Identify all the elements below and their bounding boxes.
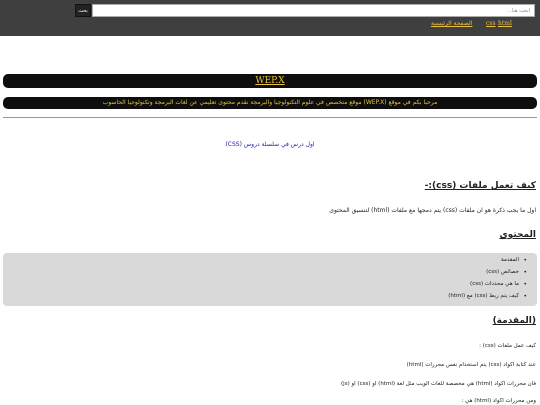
intro-heading: (المقدمة) <box>492 316 536 326</box>
toc-item[interactable]: ما هي محددات (css) <box>470 281 527 288</box>
table-of-contents: المقدمة خصائص (css) ما هي محددات (css) ك… <box>3 253 537 306</box>
content-heading: المحتوي <box>499 230 536 240</box>
search-input[interactable] <box>92 4 535 17</box>
intro-paragraph: ومن محررات اكواد (html) هي : <box>461 398 536 404</box>
section-divider <box>3 117 537 118</box>
intro-paragraph: فان محررات اكواد (html) هي مخصصة للغات ا… <box>341 381 536 387</box>
how-css-works-heading: كيف تعمل ملفات (css):- <box>424 181 536 191</box>
top-navigation-bar: بحث الصفحة الرئيسية css html <box>0 0 540 36</box>
how-css-works-text: اول ما يجب ذكرة هو ان ملفات (css) يتم دم… <box>329 207 536 214</box>
lesson-series-link[interactable]: اول درس في سلسلة دروس (CSS) <box>0 141 540 148</box>
search-button[interactable]: بحث <box>75 4 91 17</box>
intro-paragraph: كيف عمل ملفات (css) : <box>479 343 536 349</box>
site-brand-title[interactable]: WEP.X <box>3 74 537 88</box>
nav-link-css[interactable]: css <box>486 20 496 27</box>
nav-link-html[interactable]: html <box>498 20 512 27</box>
toc-item[interactable]: كيف يتم ربط (css) مع (html) <box>448 293 526 300</box>
toc-item[interactable]: خصائص (css) <box>486 269 527 276</box>
welcome-banner: مرحبا بكم في موقع (WEP.X) موقع متخصص في … <box>3 97 537 109</box>
nav-link-home[interactable]: الصفحة الرئيسية <box>431 20 472 27</box>
intro-paragraph: عند كتابة اكواد (css) يتم استخدام نفس مح… <box>406 362 536 368</box>
toc-item[interactable]: المقدمة <box>501 257 527 264</box>
